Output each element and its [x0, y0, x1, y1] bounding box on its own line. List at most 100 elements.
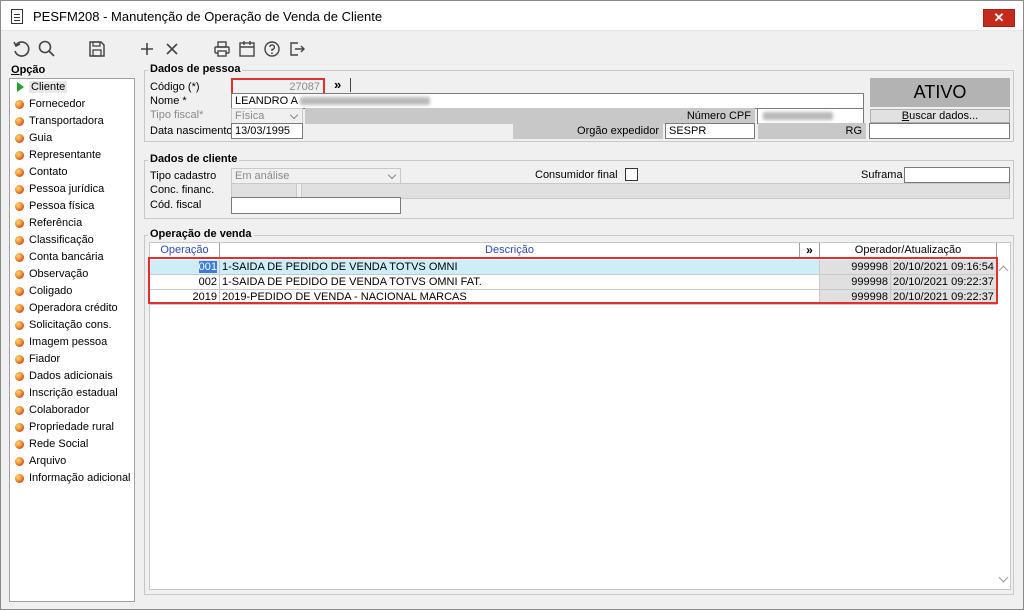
- suframa-field[interactable]: [904, 167, 1010, 183]
- operacao-cell-text: 002: [198, 276, 217, 288]
- close-button[interactable]: ✕: [983, 9, 1015, 27]
- sidebar-item[interactable]: Pessoa jurídica: [10, 181, 134, 198]
- sidebar-item[interactable]: Colaborador: [10, 402, 134, 419]
- column-header-operador[interactable]: Operador/Atualização: [820, 243, 997, 258]
- orgao-label: Orgão expedidor: [577, 125, 659, 137]
- column-expand-button[interactable]: »: [800, 243, 820, 258]
- sidebar-item[interactable]: Observação: [10, 266, 134, 283]
- sidebar-item[interactable]: Pessoa física: [10, 198, 134, 215]
- descricao-cell-text: 1-SAIDA DE PEDIDO DE VENDA TOTVS OMNI: [222, 261, 458, 273]
- operacao-grid: Operação Descrição » Operador/Atualizaçã…: [149, 242, 1011, 590]
- table-row[interactable]: 002 1-SAIDA DE PEDIDO DE VENDA TOTVS OMNI…: [150, 275, 998, 290]
- bullet-icon: [15, 134, 24, 143]
- rg-field[interactable]: [869, 123, 1010, 139]
- sidebar-item[interactable]: Informação adicional: [10, 470, 134, 487]
- sidebar-item[interactable]: Inscrição estadual: [10, 385, 134, 402]
- sidebar-item[interactable]: Contato: [10, 164, 134, 181]
- cod-fiscal-label: Cód. fiscal: [150, 199, 202, 211]
- sidebar-item[interactable]: Operadora crédito: [10, 300, 134, 317]
- sidebar-item[interactable]: Referência: [10, 215, 134, 232]
- sidebar-item-label: Contato: [29, 166, 68, 178]
- sidebar-item-label: Coligado: [29, 285, 73, 297]
- sidebar-item[interactable]: Propriedade rural: [10, 419, 134, 436]
- sidebar-item-label: Observação: [29, 268, 89, 280]
- window-title: PESFM208 - Manutenção de Operação de Ven…: [33, 9, 383, 24]
- sidebar-item[interactable]: Transportadora: [10, 113, 134, 130]
- operacao-cell-text: 001: [198, 261, 217, 273]
- refresh-icon[interactable]: [11, 39, 31, 59]
- orgao-field[interactable]: SESPR: [665, 123, 755, 139]
- operacao-cell: 002: [150, 275, 220, 290]
- operacao-cell: 001: [150, 260, 220, 275]
- sidebar-item-label: Representante: [29, 149, 102, 161]
- sidebar-item-label: Pessoa física: [29, 200, 95, 212]
- scroll-down-icon[interactable]: [998, 572, 1009, 583]
- search-icon[interactable]: [37, 39, 57, 59]
- data-nascimento-label: Data nascimento: [150, 125, 233, 137]
- tipo-fiscal-select[interactable]: Física: [231, 108, 303, 124]
- sidebar-item-label: Fiador: [29, 353, 61, 365]
- operador-cell-text: 999998: [851, 291, 888, 303]
- sidebar-item[interactable]: Imagem pessoa: [10, 334, 134, 351]
- title-bar: PESFM208 - Manutenção de Operação de Ven…: [1, 1, 1023, 31]
- bullet-icon: [15, 185, 24, 194]
- sidebar-item-label: Transportadora: [29, 115, 104, 127]
- table-row[interactable]: 001 1-SAIDA DE PEDIDO DE VENDA TOTVS OMNI…: [150, 260, 998, 275]
- column-header-descricao[interactable]: Descrição: [220, 243, 800, 258]
- sidebar-item[interactable]: Coligado: [10, 283, 134, 300]
- data-cell-text: 20/10/2021 09:22:37: [893, 291, 994, 303]
- conc-financ-desc: [301, 183, 1010, 199]
- sidebar-item[interactable]: Dados adicionais: [10, 368, 134, 385]
- operador-cell-text: 999998: [851, 261, 888, 273]
- sidebar-item[interactable]: Solicitação cons.: [10, 317, 134, 334]
- exit-icon[interactable]: [287, 39, 307, 59]
- sidebar-item[interactable]: Guia: [10, 130, 134, 147]
- status-badge: ATIVO: [870, 78, 1010, 107]
- bullet-icon: [15, 355, 24, 364]
- codigo-label: Código (*): [150, 81, 200, 93]
- cod-fiscal-field[interactable]: [231, 197, 401, 214]
- sidebar-item[interactable]: Rede Social: [10, 436, 134, 453]
- window: PESFM208 - Manutenção de Operação de Ven…: [0, 0, 1024, 610]
- sidebar-item[interactable]: Cliente: [10, 79, 134, 96]
- numero-cpf-label: Número CPF: [686, 110, 751, 122]
- tipo-cadastro-select[interactable]: Em análise: [231, 168, 401, 184]
- divider: [350, 78, 351, 92]
- save-icon[interactable]: [87, 39, 107, 59]
- sidebar-item-label: Referência: [29, 217, 83, 229]
- redacted-text: [299, 97, 430, 106]
- sidebar-item-label: Inscrição estadual: [29, 387, 118, 399]
- sidebar-item-label: Propriedade rural: [29, 421, 114, 433]
- sidebar-item[interactable]: Fiador: [10, 351, 134, 368]
- sidebar-item[interactable]: Classificação: [10, 232, 134, 249]
- column-header-operacao[interactable]: Operação: [150, 243, 220, 258]
- bullet-icon: [15, 117, 24, 126]
- sidebar-item[interactable]: Representante: [10, 147, 134, 164]
- data-cell: 20/10/2021 09:16:54: [891, 260, 997, 275]
- bullet-icon: [15, 253, 24, 262]
- delete-icon[interactable]: [162, 39, 182, 59]
- add-icon[interactable]: [137, 39, 157, 59]
- cpf-field[interactable]: [757, 108, 864, 124]
- bullet-icon: [15, 406, 24, 415]
- print-icon[interactable]: [212, 39, 232, 59]
- codigo-expand-button[interactable]: »: [334, 77, 341, 92]
- scroll-up-icon[interactable]: [998, 265, 1009, 276]
- consumidor-final-checkbox[interactable]: [625, 168, 638, 181]
- table-row[interactable]: 2019 2019-PEDIDO DE VENDA - NACIONAL MARC…: [150, 290, 998, 305]
- nome-field[interactable]: LEANDRO A: [231, 93, 864, 109]
- buscar-dados-button[interactable]: Buscar dados...: [870, 109, 1010, 123]
- suframa-label: Suframa: [861, 169, 903, 181]
- sidebar-item-label: Colaborador: [29, 404, 90, 416]
- sidebar: Cliente Fornecedor Transportadora Guia Repre…: [9, 78, 135, 602]
- help-icon[interactable]: [262, 39, 282, 59]
- redacted-text: [763, 112, 833, 121]
- sidebar-item[interactable]: Conta bancária: [10, 249, 134, 266]
- data-cell-text: 20/10/2021 09:22:37: [893, 276, 994, 288]
- data-nascimento-field[interactable]: 13/03/1995: [231, 123, 303, 139]
- sidebar-item[interactable]: Arquivo: [10, 453, 134, 470]
- tipo-fiscal-value: Física: [235, 110, 265, 122]
- cliente-group-title: Dados de cliente: [148, 153, 240, 165]
- calendar-icon[interactable]: [237, 39, 257, 59]
- sidebar-item[interactable]: Fornecedor: [10, 96, 134, 113]
